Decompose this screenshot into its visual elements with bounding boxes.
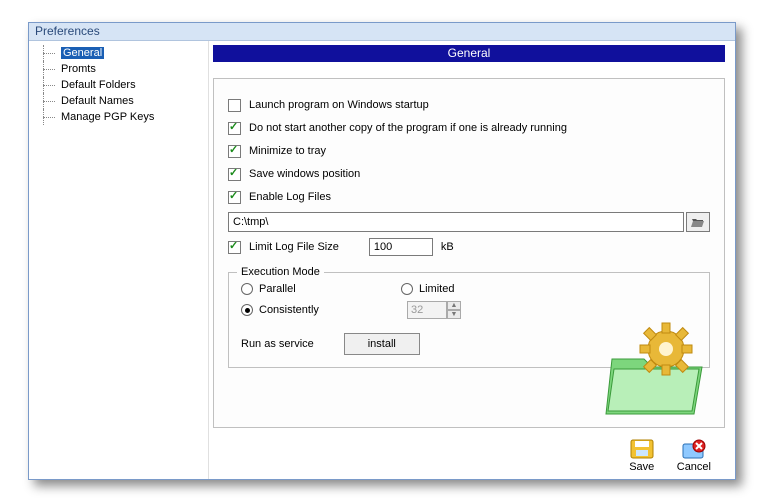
tree-item-manage-pgp-keys[interactable]: Manage PGP Keys [33, 109, 204, 125]
checkbox-launch-startup[interactable] [228, 99, 241, 112]
limit-spin-down: ▼ [447, 310, 461, 319]
cancel-button[interactable]: Cancel [677, 438, 711, 473]
save-icon [629, 438, 655, 460]
log-size-input[interactable] [369, 238, 433, 256]
checkbox-enable-log[interactable] [228, 191, 241, 204]
limit-spin-up: ▲ [447, 301, 461, 310]
label-parallel: Parallel [259, 283, 296, 295]
folder-gear-icon [604, 319, 714, 419]
tree-item-default-folders[interactable]: Default Folders [33, 77, 204, 93]
general-panel: Launch program on Windows startup Do not… [213, 78, 725, 428]
checkbox-save-pos[interactable] [228, 168, 241, 181]
dialog-footer: Save Cancel [209, 431, 735, 479]
panel-header: General [213, 45, 725, 62]
browse-button[interactable] [686, 212, 710, 232]
checkbox-limit-log[interactable] [228, 241, 241, 254]
checkbox-no-duplicate[interactable] [228, 122, 241, 135]
folder-open-icon [691, 216, 705, 228]
label-consistently: Consistently [259, 304, 319, 316]
window-title: Preferences [29, 23, 735, 41]
preferences-window: Preferences General Promts Default Folde… [28, 22, 736, 480]
limit-value-input [407, 301, 447, 319]
tree-item-default-names[interactable]: Default Names [33, 93, 204, 109]
install-button[interactable]: install [344, 333, 420, 355]
label-limit-log: Limit Log File Size [249, 241, 339, 253]
execution-mode-legend: Execution Mode [237, 266, 324, 278]
radio-parallel[interactable] [241, 283, 253, 295]
radio-consistently[interactable] [241, 304, 253, 316]
label-save-pos: Save windows position [249, 168, 360, 180]
tree-item-promts[interactable]: Promts [33, 61, 204, 77]
log-path-input[interactable] [228, 212, 684, 232]
save-button[interactable]: Save [629, 438, 655, 473]
label-run-as-service: Run as service [241, 338, 314, 350]
label-launch-startup: Launch program on Windows startup [249, 99, 429, 111]
cancel-icon [681, 438, 707, 460]
tree-item-general[interactable]: General [33, 45, 204, 61]
limit-spinner: ▲ ▼ [407, 301, 461, 319]
label-no-duplicate: Do not start another copy of the program… [249, 122, 567, 134]
checkbox-minimize-tray[interactable] [228, 145, 241, 158]
label-enable-log: Enable Log Files [249, 191, 331, 203]
label-minimize-tray: Minimize to tray [249, 145, 326, 157]
log-size-unit: kB [441, 241, 454, 253]
radio-limited[interactable] [401, 283, 413, 295]
label-limited: Limited [419, 283, 454, 295]
content-area: General Launch program on Windows startu… [209, 41, 735, 479]
nav-tree: General Promts Default Folders Default N… [29, 41, 209, 479]
